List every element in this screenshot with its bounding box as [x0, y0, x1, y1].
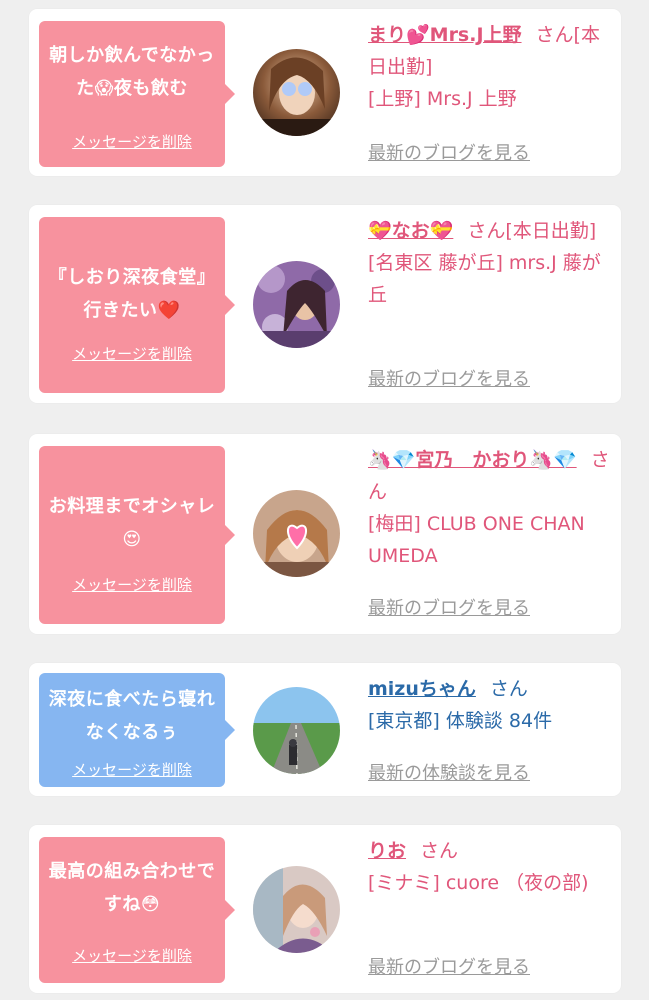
avatar[interactable] — [253, 490, 340, 577]
user-info: 🦄💎宮乃 かおり🦄💎 さん [梅田] CLUB ONE CHAN UMEDA — [368, 444, 618, 572]
user-status: さん — [420, 840, 459, 862]
message-text: 朝しか飲んでなかった😱夜も飲む — [49, 45, 215, 99]
user-name-link[interactable]: りお — [368, 840, 406, 862]
delete-message-link[interactable]: メッセージを削除 — [39, 574, 225, 595]
message-bubble: 『しおり深夜食堂』行きたい❤️ メッセージを削除 — [39, 217, 235, 393]
message-card: 『しおり深夜食堂』行きたい❤️ メッセージを削除 💝なお💝 さん[本日出勤] [名… — [29, 205, 621, 403]
message-text: 『しおり深夜食堂』行きたい❤️ — [48, 267, 216, 321]
message-bubble: 朝しか飲んでなかった😱夜も飲む メッセージを削除 — [39, 21, 235, 167]
user-name-link[interactable]: mizuちゃん — [368, 678, 476, 700]
user-info: まり💕Mrs.J上野 さん[本日出勤] [上野] Mrs.J 上野 — [368, 19, 618, 115]
message-bubble: 最高の組み合わせですね😳 メッセージを削除 — [39, 837, 235, 983]
user-info: mizuちゃん さん [東京都] 体験談 84件 — [368, 673, 618, 737]
user-info: りお さん [ミナミ] cuore （夜の部) — [368, 835, 618, 899]
avatar[interactable] — [253, 866, 340, 953]
message-card: お料理までオシャレ😍 メッセージを削除 🦄💎宮乃 かおり🦄💎 さん [梅田] CL… — [29, 434, 621, 634]
avatar[interactable] — [253, 49, 340, 136]
message-card: 深夜に食べたら寝れなくなるぅ メッセージを削除 mizuちゃん さん [東京都] … — [29, 663, 621, 796]
user-name-link[interactable]: まり💕Mrs.J上野 — [368, 24, 522, 46]
user-status: さん[本日出勤] — [467, 220, 597, 242]
message-card: 朝しか飲んでなかった😱夜も飲む メッセージを削除 まり💕Mrs.J上野 さん[本… — [29, 9, 621, 176]
user-info: 💝なお💝 さん[本日出勤] [名東区 藤が丘] mrs.J 藤が丘 — [368, 215, 618, 311]
user-name-link[interactable]: 🦄💎宮乃 かおり🦄💎 — [368, 449, 577, 471]
delete-message-link[interactable]: メッセージを削除 — [39, 945, 225, 966]
shop-label: [梅田] CLUB ONE CHAN UMEDA — [368, 513, 585, 567]
message-bubble: お料理までオシャレ😍 メッセージを削除 — [39, 446, 235, 624]
latest-experience-link[interactable]: 最新の体験談を見る — [368, 759, 530, 785]
shop-label: [名東区 藤が丘] mrs.J 藤が丘 — [368, 252, 601, 306]
latest-blog-link[interactable]: 最新のブログを見る — [368, 365, 530, 391]
avatar[interactable] — [253, 687, 340, 774]
latest-blog-link[interactable]: 最新のブログを見る — [368, 594, 530, 620]
latest-blog-link[interactable]: 最新のブログを見る — [368, 139, 530, 165]
shop-label: [上野] Mrs.J 上野 — [368, 88, 517, 110]
avatar[interactable] — [253, 261, 340, 348]
latest-blog-link[interactable]: 最新のブログを見る — [368, 953, 530, 979]
delete-message-link[interactable]: メッセージを削除 — [39, 759, 225, 780]
delete-message-link[interactable]: メッセージを削除 — [39, 343, 225, 364]
user-status: さん — [489, 678, 528, 700]
user-name-link[interactable]: 💝なお💝 — [368, 220, 453, 242]
delete-message-link[interactable]: メッセージを削除 — [39, 131, 225, 152]
message-list: 朝しか飲んでなかった😱夜も飲む メッセージを削除 まり💕Mrs.J上野 さん[本… — [0, 0, 649, 1000]
message-text: 深夜に食べたら寝れなくなるぅ — [48, 689, 216, 743]
message-card: 最高の組み合わせですね😳 メッセージを削除 りお さん [ミナミ] cuore （… — [29, 825, 621, 993]
shop-label: [東京都] 体験談 84件 — [368, 710, 553, 732]
message-text: 最高の組み合わせですね😳 — [48, 861, 216, 915]
shop-label: [ミナミ] cuore （夜の部) — [368, 872, 589, 894]
message-bubble: 深夜に食べたら寝れなくなるぅ メッセージを削除 — [39, 673, 235, 787]
message-text: お料理までオシャレ😍 — [48, 496, 216, 550]
